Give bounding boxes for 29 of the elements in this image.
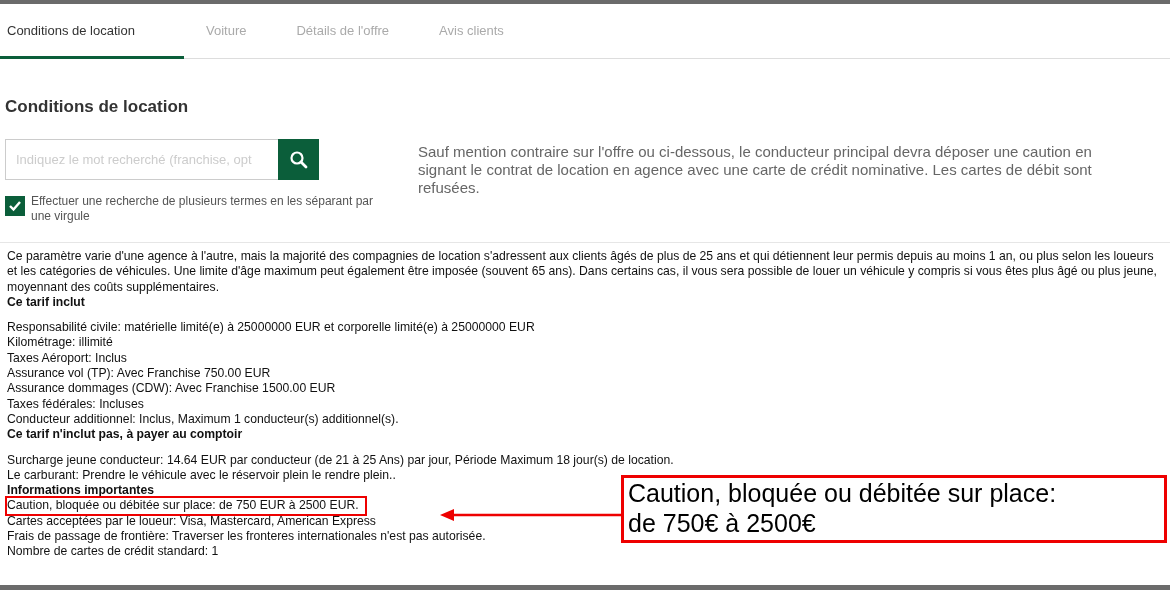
search-button[interactable] xyxy=(278,139,319,180)
condition-line: Assurance vol (TP): Avec Franchise 750.00 EUR xyxy=(7,366,271,381)
section-title: Ce tarif inclut xyxy=(7,294,85,311)
condition-line: Nombre de cartes de crédit standard: 1 xyxy=(7,544,219,559)
search-icon xyxy=(288,149,309,170)
checkbox[interactable] xyxy=(5,196,25,216)
section-heading: Conditions de location xyxy=(5,97,190,117)
intro-paragraph: Ce paramètre varie d'une agence à l'autre, mais la majorité des compagnies de location s'adressent aux clients âgés de plus de 25 ans et qui détiennent leur permis depuis au moins 1 an, ou plus selon les loueurs et les catégories de véhicules. Une limite d'âge maximum peut également être imposée (souvent 65 ans). Dans certains cas, il vous sera possible de louer un véhicule y compris si vous êtes plus âgé ou plus jeune, moyennant des coûts supplémentaires. xyxy=(7,249,1158,295)
condition-line: Responsabilité civile: matérielle limité(e) à 25000000 EUR et corporelle limité(e) à 25000000 EUR xyxy=(7,320,535,335)
tab[interactable]: Conditions de location xyxy=(0,4,184,59)
condition-line: Cartes acceptées par le loueur: Visa, Mastercard, American Express xyxy=(7,513,376,528)
condition-line: Taxes fédérales: Incluses xyxy=(7,396,144,411)
condition-line: Le carburant: Prendre le véhicule avec le réservoir plein le rendre plein.. xyxy=(7,467,396,482)
condition-line: Frais de passage de frontière: Traverser les fronteres internationales n'est pas autorisée. xyxy=(7,529,486,544)
condition-line: Kilométrage: illimité xyxy=(7,335,113,350)
condition-line: Assurance dommages (CDW): Avec Franchise 1500.00 EUR xyxy=(7,381,336,396)
highlighted-condition: Caution, bloquée ou débitée sur place: de 750 EUR à 2500 EUR. xyxy=(7,498,365,514)
condition-line: Conducteur additionnel: Inclus, Maximum 1 conducteur(s) additionnel(s). xyxy=(7,411,399,426)
deposit-notice: Sauf mention contraire sur l'offre ou ci-dessous, le conducteur principal devra déposer une caution en signant le contrat de location en agence avec une carte de crédit nominative. Les cartes de débit sont refusées. xyxy=(418,143,1093,198)
tab[interactable]: Avis clients xyxy=(432,4,511,59)
callout-box: Caution, bloquée ou débitée sur place: de 750€ à 2500€ xyxy=(621,475,1167,543)
section-title: Informations importantes xyxy=(7,483,154,499)
condition-line: Surcharge jeune conducteur: 14.64 EUR par conducteur (de 21 à 25 Ans) par jour, Période Maximum 18 jour(s) de location. xyxy=(7,452,674,467)
tab[interactable]: Détails de l'offre xyxy=(289,4,397,59)
checkbox-label: Effectuer une recherche de plusieurs termes en les séparant par une virgule xyxy=(31,194,374,224)
check-icon xyxy=(8,199,22,213)
section-title: Ce tarif n'inclut pas, à payer au comptoir xyxy=(7,427,243,443)
tab[interactable]: Voiture xyxy=(199,4,254,59)
condition-line: Taxes Aéroport: Inclus xyxy=(7,350,127,365)
